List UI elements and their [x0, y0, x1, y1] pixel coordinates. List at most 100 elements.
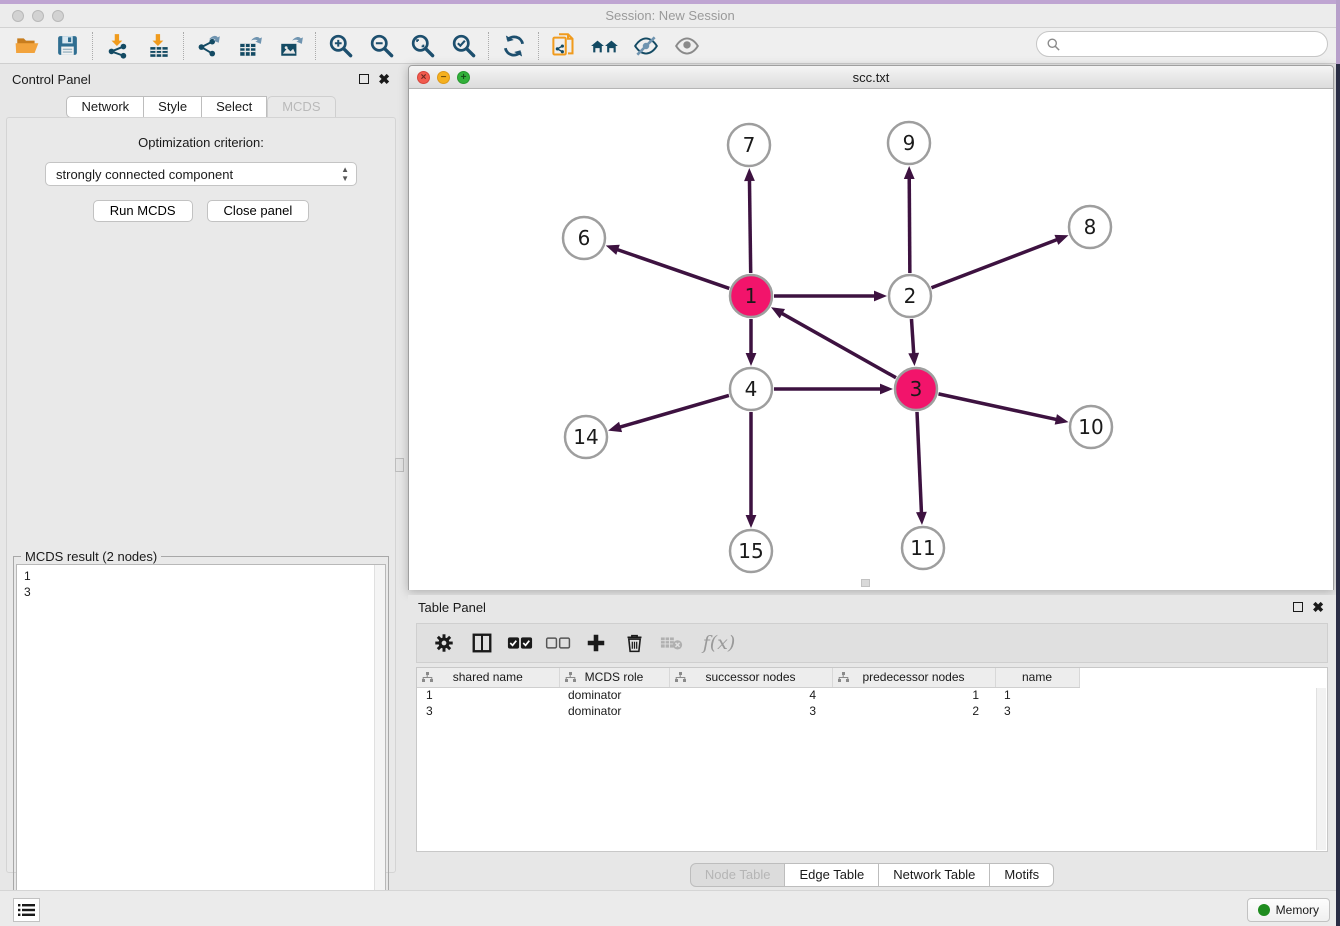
zoom-in-button[interactable] [320, 30, 361, 62]
hide-selected-button[interactable] [625, 30, 666, 62]
table-cell[interactable]: 1 [417, 687, 559, 703]
table-panel-header: Table Panel ✖ [408, 595, 1336, 619]
edge-arrowhead [904, 166, 915, 179]
column-label: MCDS role [585, 670, 644, 684]
table-row[interactable]: 1dominator411 [417, 687, 1079, 703]
edge-arrowhead [608, 422, 622, 432]
node-label-6: 6 [578, 226, 591, 250]
deselect-all-checks-button[interactable] [541, 627, 575, 659]
run-mcds-button[interactable]: Run MCDS [93, 200, 193, 222]
export-network-button[interactable] [188, 30, 229, 62]
close-panel-button[interactable]: Close panel [207, 200, 310, 222]
float-panel-icon[interactable] [359, 74, 369, 84]
graph-edge-2-9[interactable] [909, 178, 910, 273]
import-network-button[interactable] [97, 30, 138, 62]
tab-network-table[interactable]: Network Table [879, 863, 990, 887]
mcds-result-text[interactable]: 1 3 [16, 564, 386, 926]
graph-edge-3-1[interactable] [781, 313, 895, 378]
network-view-window: × − + scc.txt 7968124314101511 [408, 65, 1334, 590]
graph-edge-3-10[interactable] [938, 394, 1056, 420]
tab-node-table[interactable]: Node Table [690, 863, 786, 887]
criterion-selected-value: strongly connected component [56, 167, 233, 182]
zoom-out-button[interactable] [361, 30, 402, 62]
graph-edge-4-14[interactable] [620, 395, 729, 427]
refresh-button[interactable] [493, 30, 534, 62]
table-cell[interactable]: 3 [995, 703, 1079, 719]
import-table-button[interactable] [138, 30, 179, 62]
graph-edge-2-3[interactable] [911, 319, 913, 354]
node-label-1: 1 [745, 284, 758, 308]
search-box[interactable] [1036, 31, 1328, 57]
table-cell[interactable]: 3 [417, 703, 559, 719]
table-cell[interactable]: dominator [559, 703, 669, 719]
zoom-selected-button[interactable] [443, 30, 484, 62]
task-history-button[interactable] [13, 898, 40, 922]
select-all-checks-button[interactable] [503, 627, 537, 659]
column-header-shared-name[interactable]: shared name [417, 668, 559, 687]
search-icon [1046, 37, 1061, 52]
tab-motifs[interactable]: Motifs [990, 863, 1054, 887]
desktop-edge [1336, 64, 1340, 926]
edge-arrowhead [744, 168, 755, 181]
column-header-predecessor-nodes[interactable]: predecessor nodes [832, 668, 995, 687]
table-settings-button[interactable] [427, 627, 461, 659]
first-neighbors-icon [590, 33, 620, 59]
table-cell[interactable]: 2 [832, 703, 995, 719]
network-window-titlebar[interactable]: × − + scc.txt [409, 66, 1333, 89]
column-header-name[interactable]: name [995, 668, 1079, 687]
tab-select[interactable]: Select [202, 96, 267, 118]
graph-edge-2-8[interactable] [931, 240, 1057, 288]
status-bar: Memory [0, 890, 1340, 926]
toolbar-separator [183, 32, 184, 60]
table-scrollbar[interactable] [1316, 688, 1326, 850]
delete-column-button[interactable] [617, 627, 651, 659]
zoom-fit-button[interactable] [402, 30, 443, 62]
close-panel-icon[interactable]: ✖ [378, 74, 390, 84]
save-session-icon [55, 33, 80, 58]
save-session-button[interactable] [47, 30, 88, 62]
export-table-button[interactable] [229, 30, 270, 62]
graph-edge-3-11[interactable] [917, 412, 921, 513]
table-cell[interactable]: 1 [995, 687, 1079, 703]
split-columns-button[interactable] [465, 627, 499, 659]
canvas-scrollbar-handle[interactable] [861, 579, 870, 587]
tab-style[interactable]: Style [144, 96, 202, 118]
search-input[interactable] [1066, 37, 1316, 52]
panel-splitter-handle[interactable] [395, 458, 404, 472]
open-session-icon [14, 33, 40, 59]
result-scrollbar[interactable] [374, 565, 385, 926]
sort-hierarchy-icon [838, 672, 849, 683]
control-panel-tabs: NetworkStyleSelectMCDS [0, 96, 402, 118]
tab-edge-table[interactable]: Edge Table [785, 863, 879, 887]
first-neighbors-button[interactable] [584, 30, 625, 62]
table-cell[interactable]: 1 [832, 687, 995, 703]
node-label-10: 10 [1078, 415, 1103, 439]
mcds-result-title: MCDS result (2 nodes) [21, 549, 161, 564]
float-table-panel-icon[interactable] [1293, 602, 1303, 612]
table-cell[interactable]: 4 [669, 687, 832, 703]
show-all-button[interactable] [666, 30, 707, 62]
graph-edge-1-7[interactable] [749, 180, 750, 273]
memory-button[interactable]: Memory [1247, 898, 1330, 922]
toolbar-separator [538, 32, 539, 60]
table-row[interactable]: 3dominator323 [417, 703, 1079, 719]
close-table-panel-icon[interactable]: ✖ [1312, 602, 1324, 612]
criterion-select[interactable]: strongly connected component ▲▼ [45, 162, 357, 186]
table-cell[interactable]: 3 [669, 703, 832, 719]
network-canvas[interactable]: 7968124314101511 [409, 89, 1333, 590]
export-image-icon [278, 33, 304, 59]
tab-network[interactable]: Network [66, 96, 144, 118]
column-header-MCDS-role[interactable]: MCDS role [559, 668, 669, 687]
column-header-successor-nodes[interactable]: successor nodes [669, 668, 832, 687]
add-column-button[interactable] [579, 627, 613, 659]
import-table-icon [146, 33, 172, 59]
open-session-button[interactable] [6, 30, 47, 62]
graph-edge-1-6[interactable] [617, 249, 729, 288]
node-label-7: 7 [743, 133, 756, 157]
table-cell[interactable]: dominator [559, 687, 669, 703]
export-image-button[interactable] [270, 30, 311, 62]
export-network-icon [196, 33, 222, 59]
clone-network-button[interactable] [543, 30, 584, 62]
edge-arrowhead [746, 515, 757, 528]
tab-mcds[interactable]: MCDS [267, 96, 335, 118]
